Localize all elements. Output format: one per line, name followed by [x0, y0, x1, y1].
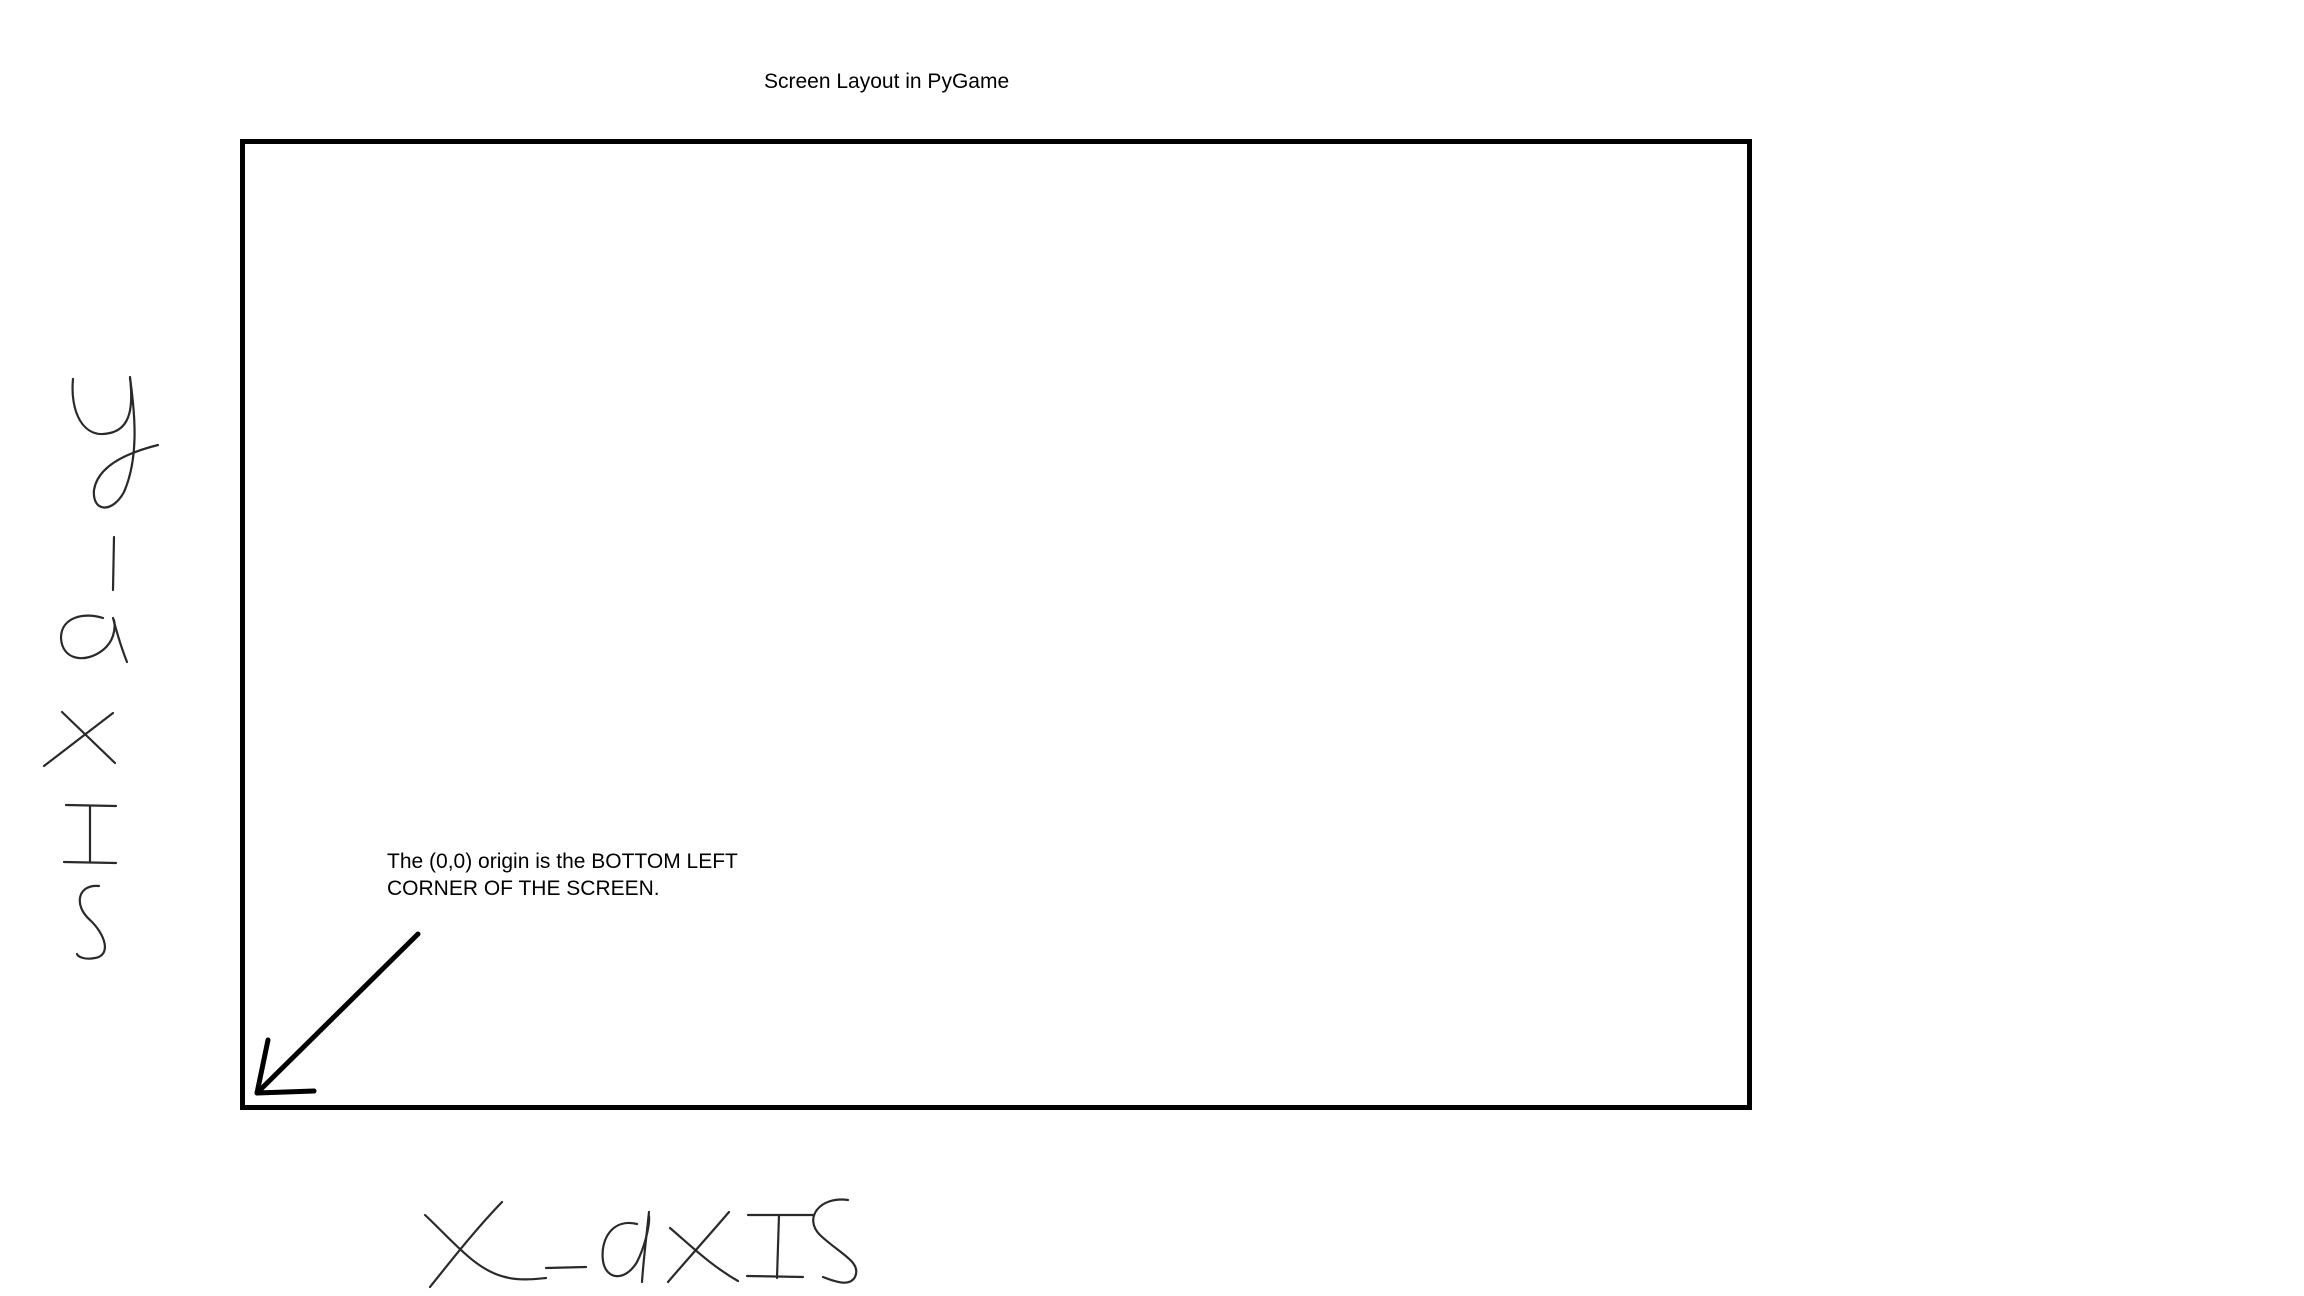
arrow-down-left-icon [254, 931, 421, 1096]
diagram-drawing: y-axis x-axis [42, 375, 858, 1289]
x-axis-label: x-axis [423, 1198, 858, 1289]
y-axis-label: y-axis [42, 375, 160, 960]
